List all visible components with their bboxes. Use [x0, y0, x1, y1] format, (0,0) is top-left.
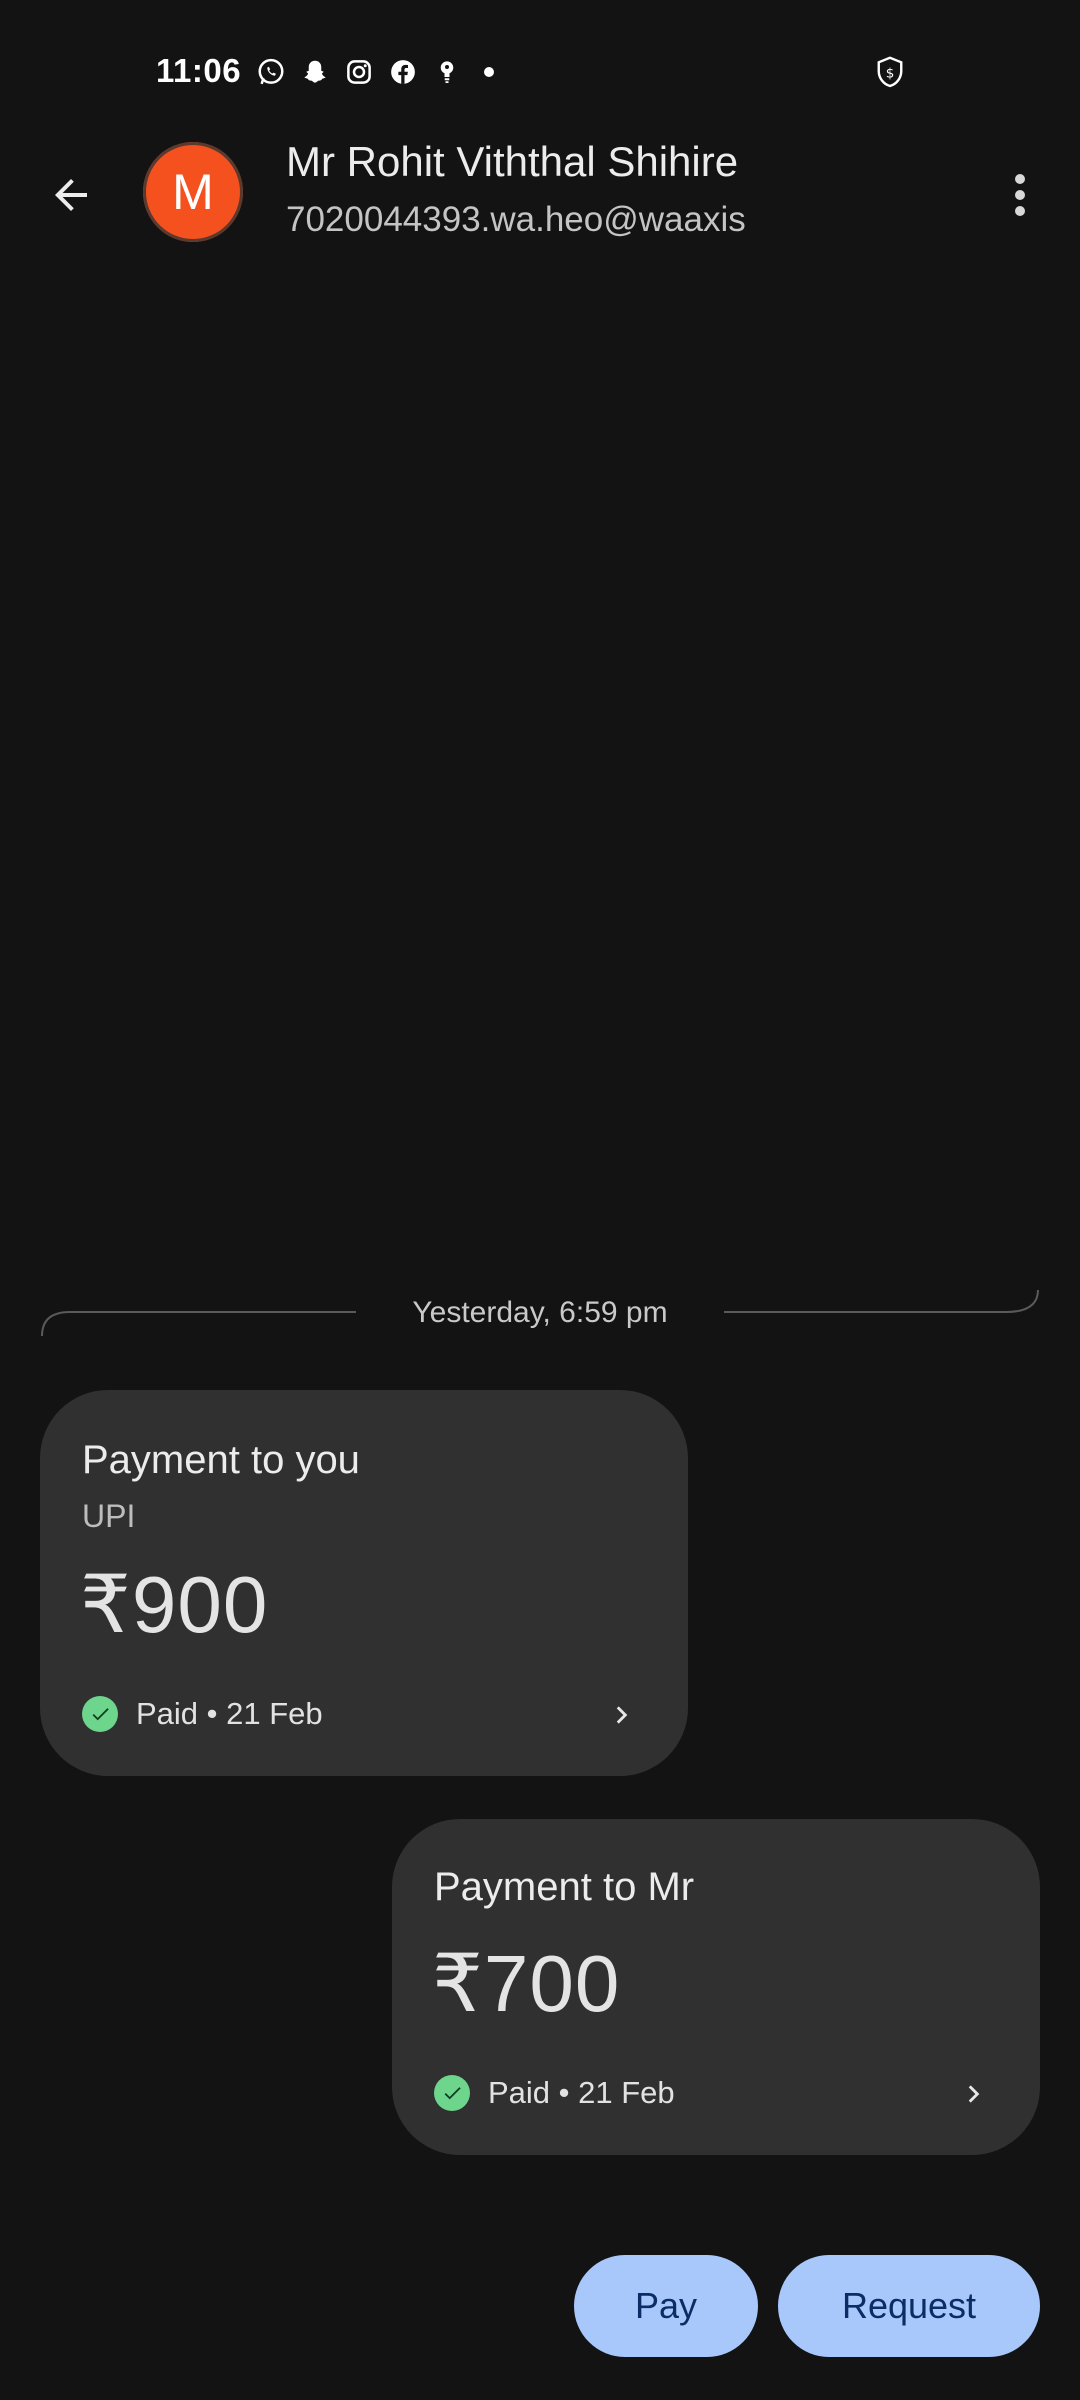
avatar[interactable]: M: [143, 142, 243, 242]
svg-text:$: $: [886, 65, 895, 81]
payment-amount: ₹900: [80, 1560, 269, 1649]
chevron-right-icon: [606, 1700, 636, 1730]
back-button[interactable]: [36, 160, 106, 230]
more-vert-icon: [1015, 174, 1025, 216]
contact-name: Mr Rohit Viththal Shihire: [286, 138, 739, 185]
payment-status-text: Paid • 21 Feb: [136, 1696, 323, 1731]
status-time: 11:06: [156, 52, 242, 89]
date-label: Yesterday, 6:59 pm: [412, 1296, 668, 1329]
contact-header: M Mr Rohit Viththal Shihire 7020044393.w…: [0, 130, 1080, 260]
payment-status-text: Paid • 21 Feb: [488, 2075, 675, 2110]
status-bar: 11:06 $: [0, 40, 1080, 104]
snapchat-icon: [298, 55, 332, 89]
facebook-icon: [386, 55, 420, 89]
instagram-icon: [342, 55, 376, 89]
check-circle-icon: [434, 2075, 470, 2111]
request-button[interactable]: Request: [778, 2255, 1040, 2357]
bulb-icon: [430, 55, 464, 89]
payment-card-sent[interactable]: Payment to Mr ₹700 Paid • 21 Feb: [392, 1819, 1040, 2155]
chevron-right-icon: [958, 2079, 988, 2109]
payment-amount: ₹700: [432, 1939, 621, 2028]
payment-card-received[interactable]: Payment to you UPI ₹900 Paid • 21 Feb: [40, 1390, 688, 1776]
arrow-back-icon: [55, 179, 87, 211]
payment-title: Payment to you: [82, 1438, 360, 1482]
notification-icons: [254, 54, 494, 90]
pay-button[interactable]: Pay: [574, 2255, 758, 2357]
shield-dollar-icon: $: [872, 54, 908, 90]
payment-status: Paid • 21 Feb: [82, 1696, 323, 1732]
payment-method: UPI: [82, 1498, 136, 1534]
contact-upi-id: 7020044393.wa.heo@waaxis: [286, 200, 746, 239]
whatsapp-icon: [254, 55, 288, 89]
avatar-letter: M: [172, 164, 214, 220]
payment-status: Paid • 21 Feb: [434, 2075, 675, 2111]
date-divider: Yesterday, 6:59 pm: [40, 1288, 1040, 1338]
more-notifications-dot: [484, 67, 494, 77]
more-options-button[interactable]: [1000, 160, 1040, 230]
payment-chat-screen: 11:06 $ M Mr Rohit Viththal Shihire 7020…: [0, 0, 1080, 2400]
check-circle-icon: [82, 1696, 118, 1732]
payment-title: Payment to Mr: [434, 1865, 695, 1909]
